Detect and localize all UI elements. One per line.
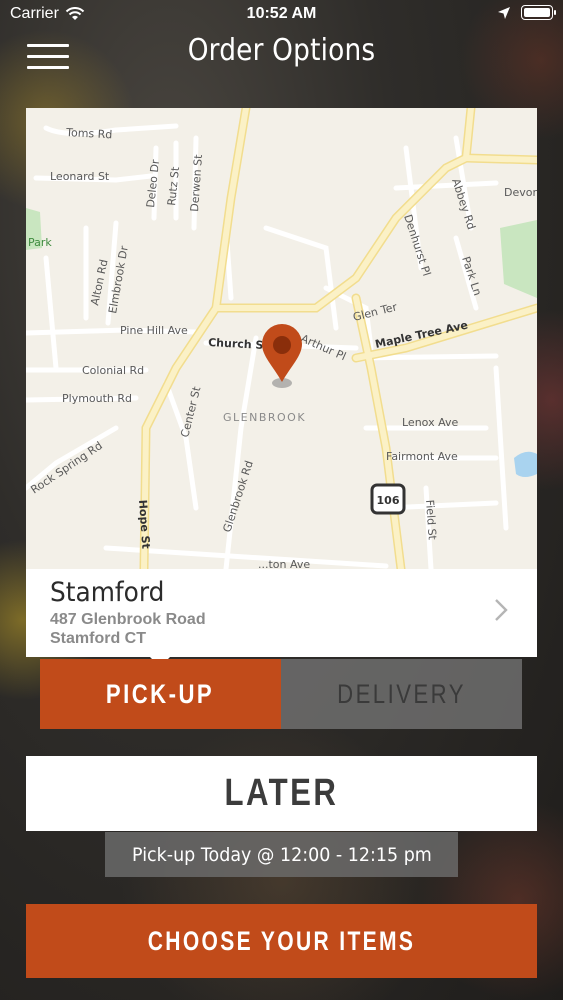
map-label: Hope St xyxy=(136,499,152,549)
status-bar: Carrier 10:52 AM xyxy=(0,0,563,30)
map-label: Park xyxy=(28,236,52,249)
map-view[interactable]: Toms Rd Leonard St Deleo Dr Rutz St Derw… xyxy=(26,108,537,569)
choose-items-button[interactable]: CHOOSE YOUR ITEMS xyxy=(26,904,537,978)
location-name: Stamford xyxy=(50,577,165,608)
map-label: Denhurst Pl xyxy=(401,213,433,278)
map-label: Fairmont Ave xyxy=(386,450,458,463)
map-label: Derwen St xyxy=(188,153,205,212)
location-card: Toms Rd Leonard St Deleo Dr Rutz St Derw… xyxy=(26,108,537,657)
route-106-shield: 106 xyxy=(370,483,406,515)
status-time: 10:52 AM xyxy=(246,5,317,22)
map-label: GLENBROOK xyxy=(223,411,306,424)
map-label: Colonial Rd xyxy=(82,364,144,377)
map-label: Lenox Ave xyxy=(402,416,458,429)
status-right xyxy=(497,5,556,20)
chevron-right-icon xyxy=(495,599,508,621)
map-label: Toms Rd xyxy=(65,126,113,141)
map-label: Devon xyxy=(504,186,537,199)
pickup-label: PICK-UP xyxy=(106,678,215,709)
pickup-time-text: Pick-up Today @ 12:00 - 12:15 pm xyxy=(131,843,432,866)
delivery-tab[interactable]: DELIVERY xyxy=(281,659,522,729)
page-title: Order Options xyxy=(187,33,376,68)
map-label: Center St xyxy=(178,385,203,439)
map-label: Leonard St xyxy=(50,170,110,183)
map-label: Rock Spring Rd xyxy=(28,439,104,496)
later-button[interactable]: LATER xyxy=(26,756,537,831)
map-label: Field St xyxy=(423,499,439,541)
water-area xyxy=(514,451,537,477)
battery-icon xyxy=(521,5,556,20)
pickup-tab[interactable]: PICK-UP xyxy=(40,659,281,729)
pickup-time-info: Pick-up Today @ 12:00 - 12:15 pm xyxy=(105,832,458,877)
later-label: LATER xyxy=(224,772,339,814)
location-arrow-icon xyxy=(498,6,510,19)
park-area-east xyxy=(500,220,537,298)
svg-text:106: 106 xyxy=(377,494,400,507)
map-label: Deleo Dr xyxy=(144,158,162,208)
map-label: Pine Hill Ave xyxy=(120,324,188,337)
location-pin-icon[interactable] xyxy=(262,324,302,388)
location-address-line2: Stamford CT xyxy=(50,630,146,647)
choose-items-label: CHOOSE YOUR ITEMS xyxy=(147,925,416,956)
location-selector[interactable]: Stamford 487 Glenbrook Road Stamford CT xyxy=(26,569,537,657)
map-label: Park Ln xyxy=(459,255,484,297)
map-label: Church St xyxy=(208,336,269,352)
map-label: Alton Rd xyxy=(88,258,110,306)
map-label: Rutz St xyxy=(165,165,182,206)
map-label: ...ton Ave xyxy=(258,558,310,569)
delivery-label: DELIVERY xyxy=(337,678,466,709)
map-label: Plymouth Rd xyxy=(62,392,132,405)
location-address-line1: 487 Glenbrook Road xyxy=(50,611,206,628)
